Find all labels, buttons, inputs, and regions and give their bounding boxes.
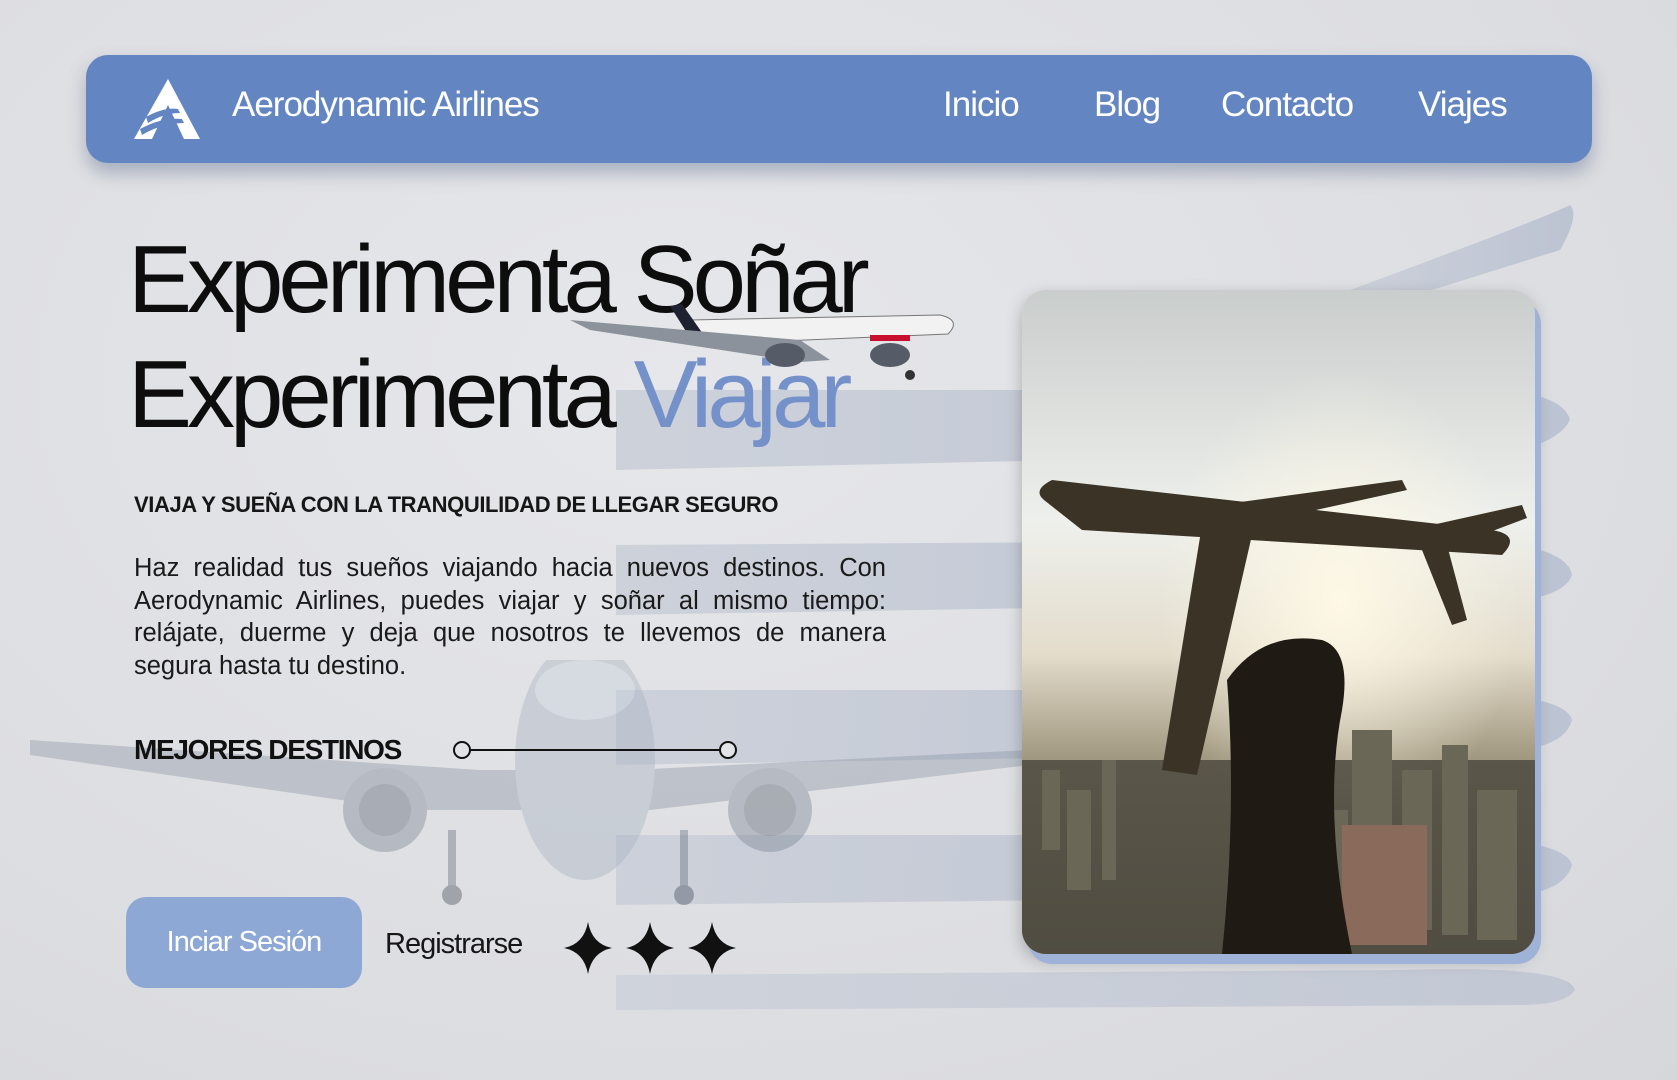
login-button[interactable]: Inciar Sesión <box>126 897 362 988</box>
brand-name[interactable]: Aerodynamic Airlines <box>232 85 540 125</box>
top-navbar: Aerodynamic Airlines Inicio Blog Contact… <box>86 55 1592 163</box>
sparkle-icons <box>564 922 736 974</box>
nav-link-contacto[interactable]: Contacto <box>1221 85 1354 125</box>
register-button[interactable]: Registrarse <box>385 928 523 961</box>
login-button-label: Inciar Sesión <box>166 926 323 958</box>
hero-subtitle: VIAJA Y SUEÑA CON LA TRANQUILIDAD DE LLE… <box>134 492 779 517</box>
hero-description: Haz realidad tus sueños viajando hacia n… <box>134 554 886 680</box>
hero-headline-line2-main: Experimenta <box>128 341 634 448</box>
nav-link-blog[interactable]: Blog <box>1094 85 1161 125</box>
best-destinations-label: MEJORES DESTINOS <box>134 734 402 765</box>
airplane-image <box>570 304 954 380</box>
nav-link-inicio[interactable]: Inicio <box>943 85 1020 125</box>
slider-start-handle[interactable] <box>453 741 471 759</box>
sparkle-icon <box>688 922 736 974</box>
sparkle-icon <box>564 922 612 974</box>
sparkle-icon <box>626 922 674 974</box>
hand-holding-plane-photo <box>1022 290 1535 954</box>
background-jet-illustration <box>30 660 1030 905</box>
destinations-slider[interactable] <box>450 738 740 762</box>
nav-link-viajes[interactable]: Viajes <box>1418 85 1508 125</box>
airline-a-logo-icon[interactable] <box>132 77 202 141</box>
hero-photo-card <box>1022 290 1535 954</box>
slider-end-handle[interactable] <box>719 741 737 759</box>
